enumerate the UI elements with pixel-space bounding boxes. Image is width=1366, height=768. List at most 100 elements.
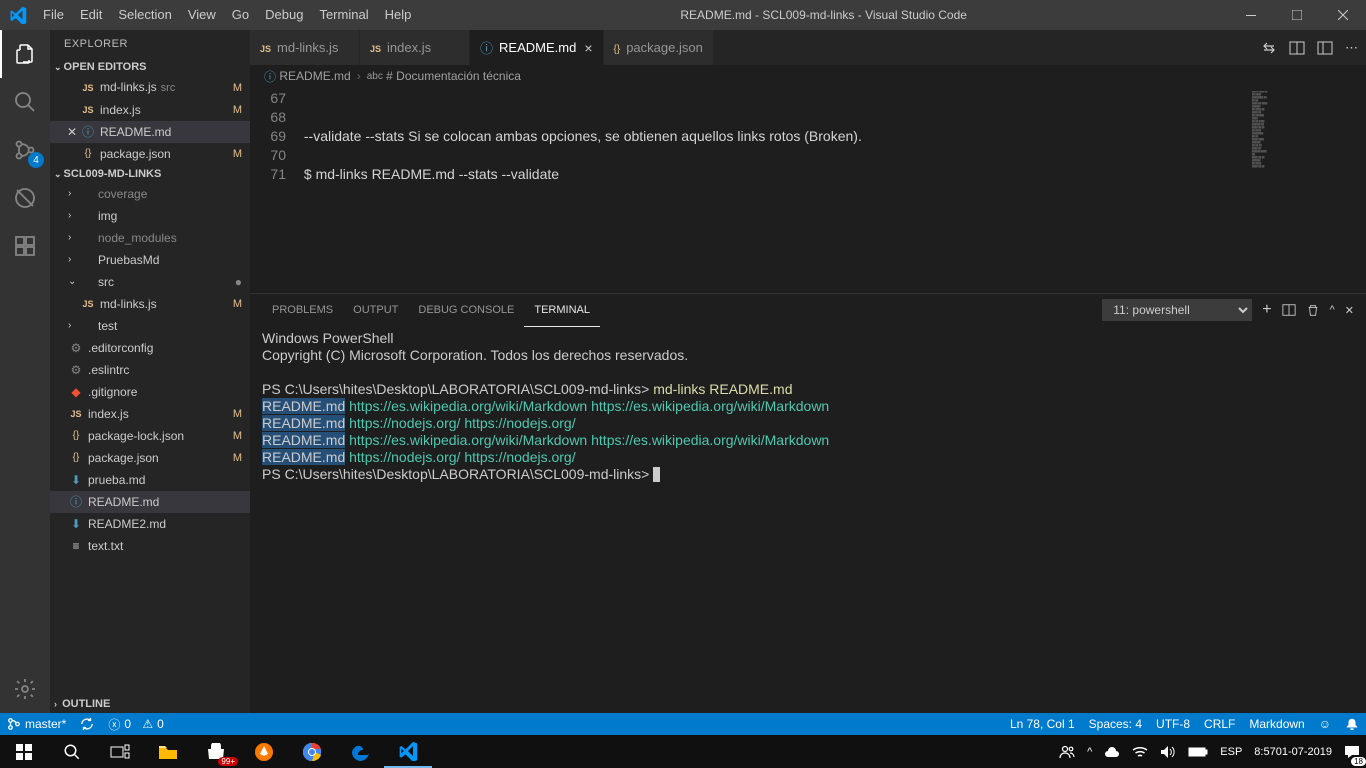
close-panel-icon[interactable]: ✕ xyxy=(1345,304,1354,317)
open-editor-item[interactable]: ✕ⓘREADME.md xyxy=(50,121,250,143)
taskbar-search[interactable] xyxy=(48,735,96,768)
more-icon[interactable]: ⋯ xyxy=(1345,40,1358,56)
breadcrumb[interactable]: ⓘ README.md › abc # Documentación técnic… xyxy=(250,65,1366,87)
tray-people[interactable] xyxy=(1053,735,1081,768)
file-item[interactable]: {}package-lock.jsonM xyxy=(50,425,250,447)
tray-lang[interactable]: ESP xyxy=(1214,735,1248,768)
file-item[interactable]: ≡text.txt xyxy=(50,535,250,557)
minimize-button[interactable] xyxy=(1228,0,1274,30)
split-icon[interactable] xyxy=(1289,40,1305,56)
tray-clock[interactable]: 8:5701-07-2019 xyxy=(1248,735,1338,768)
file-item[interactable]: ⬇README2.md xyxy=(50,513,250,535)
menu-file[interactable]: File xyxy=(35,0,72,30)
status-eol[interactable]: CRLF xyxy=(1197,713,1242,735)
preview-icon[interactable] xyxy=(1317,40,1333,56)
close-button[interactable] xyxy=(1320,0,1366,30)
editor-tab[interactable]: JSmd-links.js xyxy=(250,30,360,65)
taskbar-taskview[interactable] xyxy=(96,735,144,768)
code-content[interactable]: --validate --stats Si se colocan ambas o… xyxy=(300,87,1246,293)
compare-icon[interactable] xyxy=(1261,40,1277,56)
menu-go[interactable]: Go xyxy=(224,0,257,30)
tray-onedrive[interactable] xyxy=(1098,735,1126,768)
file-item[interactable]: ◆.gitignore xyxy=(50,381,250,403)
folder-item[interactable]: ⌄src● xyxy=(50,271,250,293)
open-editor-item[interactable]: JSmd-links.jssrcM xyxy=(50,76,250,99)
tab-label: README.md xyxy=(499,40,576,55)
editor-body[interactable]: 6768697071 --validate --stats Si se colo… xyxy=(250,87,1366,293)
workspace-header[interactable]: ⌄SCL009-MD-LINKS xyxy=(50,165,250,183)
status-sync[interactable] xyxy=(73,713,101,735)
tray-volume[interactable] xyxy=(1154,735,1182,768)
terminal-selector[interactable]: 11: powershell xyxy=(1102,299,1252,321)
menu-edit[interactable]: Edit xyxy=(72,0,110,30)
tray-battery[interactable] xyxy=(1182,735,1214,768)
menu-help[interactable]: Help xyxy=(377,0,420,30)
menu-selection[interactable]: Selection xyxy=(110,0,179,30)
status-encoding[interactable]: UTF-8 xyxy=(1149,713,1197,735)
open-editor-item[interactable]: JSindex.jsM xyxy=(50,99,250,121)
taskbar-store[interactable]: 99+ xyxy=(192,735,240,768)
file-icon: ⚙ xyxy=(68,361,84,379)
close-icon[interactable]: ✕ xyxy=(64,123,80,141)
menu-terminal[interactable]: Terminal xyxy=(311,0,376,30)
activity-scm[interactable]: 4 xyxy=(0,126,50,174)
editor-tab[interactable]: JSindex.js xyxy=(360,30,470,65)
panel-tab-problems[interactable]: PROBLEMS xyxy=(262,294,343,326)
file-item[interactable]: JSmd-links.jsM xyxy=(50,293,250,315)
activity-settings[interactable] xyxy=(0,665,50,713)
taskbar-vscode[interactable] xyxy=(384,735,432,768)
split-terminal-icon[interactable] xyxy=(1282,303,1296,317)
kill-terminal-icon[interactable] xyxy=(1306,303,1320,317)
editor-tab[interactable]: {}package.json xyxy=(604,30,714,65)
close-icon[interactable]: × xyxy=(584,40,592,56)
item-label: test xyxy=(98,317,250,335)
menu-view[interactable]: View xyxy=(180,0,224,30)
activity-debug[interactable] xyxy=(0,174,50,222)
minimap[interactable]: ████ ████ ████ ████████████ ████ ██████ … xyxy=(1246,87,1366,293)
tray-notifications[interactable]: 18 xyxy=(1338,735,1366,768)
tray-chevron[interactable]: ^ xyxy=(1081,735,1098,768)
panel-tab-debug-console[interactable]: DEBUG CONSOLE xyxy=(408,294,524,326)
terminal-line: README.md https://nodejs.org/ https://no… xyxy=(262,415,1354,432)
taskbar-chrome[interactable] xyxy=(288,735,336,768)
status-bell[interactable] xyxy=(1338,713,1366,735)
status-lang[interactable]: Markdown xyxy=(1242,713,1311,735)
start-button[interactable] xyxy=(0,735,48,768)
status-ln-col[interactable]: Ln 78, Col 1 xyxy=(1003,713,1082,735)
activity-search[interactable] xyxy=(0,78,50,126)
file-item[interactable]: JSindex.jsM xyxy=(50,403,250,425)
status-spaces[interactable]: Spaces: 4 xyxy=(1082,713,1149,735)
taskbar-explorer[interactable] xyxy=(144,735,192,768)
taskbar-avast[interactable] xyxy=(240,735,288,768)
maximize-button[interactable] xyxy=(1274,0,1320,30)
folder-item[interactable]: ›img xyxy=(50,205,250,227)
terminal-body[interactable]: Windows PowerShell Copyright (C) Microso… xyxy=(250,326,1366,713)
maximize-panel-icon[interactable]: ^ xyxy=(1330,304,1335,316)
outline-header[interactable]: › OUTLINE xyxy=(50,695,250,713)
tray-wifi[interactable] xyxy=(1126,735,1154,768)
folder-item[interactable]: ›test xyxy=(50,315,250,337)
open-editors-header[interactable]: ⌄OPEN EDITORS xyxy=(50,58,250,76)
panel-tab-terminal[interactable]: TERMINAL xyxy=(524,294,600,327)
menu-debug[interactable]: Debug xyxy=(257,0,311,30)
activity-explorer[interactable] xyxy=(0,30,50,78)
file-item[interactable]: ⚙.eslintrc xyxy=(50,359,250,381)
new-terminal-icon[interactable]: + xyxy=(1262,301,1271,319)
folder-item[interactable]: ›PruebasMd xyxy=(50,249,250,271)
status-feedback[interactable]: ☺ xyxy=(1312,713,1338,735)
file-icon: JS xyxy=(260,40,271,55)
taskbar-edge[interactable] xyxy=(336,735,384,768)
file-item[interactable]: ⬇prueba.md xyxy=(50,469,250,491)
activity-extensions[interactable] xyxy=(0,222,50,270)
folder-item[interactable]: ›coverage xyxy=(50,183,250,205)
item-label: PruebasMd xyxy=(98,251,250,269)
file-item[interactable]: ⓘREADME.md xyxy=(50,491,250,513)
status-branch[interactable]: master* xyxy=(0,713,73,735)
file-item[interactable]: ⚙.editorconfig xyxy=(50,337,250,359)
panel-tab-output[interactable]: OUTPUT xyxy=(343,294,408,326)
status-problems[interactable]: ⓧ0 ⚠0 xyxy=(101,713,171,735)
file-item[interactable]: {}package.jsonM xyxy=(50,447,250,469)
open-editor-item[interactable]: {}package.jsonM xyxy=(50,143,250,165)
folder-item[interactable]: ›node_modules xyxy=(50,227,250,249)
editor-tab[interactable]: ⓘREADME.md× xyxy=(470,30,604,65)
